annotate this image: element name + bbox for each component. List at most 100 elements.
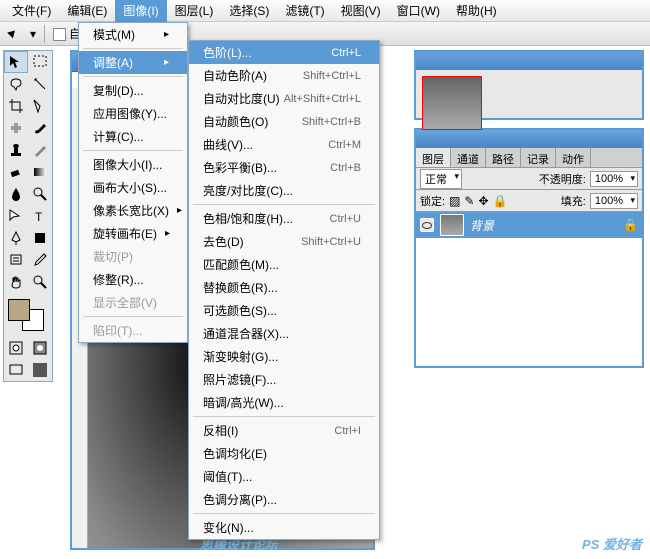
menu-item[interactable]: 渐变映射(G)... bbox=[189, 345, 379, 368]
menu-6[interactable]: 视图(V) bbox=[333, 0, 389, 22]
stamp-tool[interactable] bbox=[4, 139, 28, 161]
menu-item[interactable]: 匹配颜色(M)... bbox=[189, 253, 379, 276]
gradient-tool[interactable] bbox=[28, 161, 52, 183]
menu-item[interactable]: 亮度/对比度(C)... bbox=[189, 179, 379, 202]
slice-tool[interactable] bbox=[28, 95, 52, 117]
menu-item[interactable]: 自动色阶(A)Shift+Ctrl+L bbox=[189, 64, 379, 87]
menu-item[interactable]: 计算(C)... bbox=[79, 125, 187, 148]
tab-2[interactable]: 路径 bbox=[486, 148, 521, 167]
opacity-input[interactable]: 100% bbox=[590, 171, 638, 187]
menu-item[interactable]: 通道混合器(X)... bbox=[189, 322, 379, 345]
brush-tool[interactable] bbox=[28, 117, 52, 139]
foreground-color[interactable] bbox=[8, 299, 30, 321]
menu-item[interactable]: 旋转画布(E) bbox=[79, 222, 187, 245]
panel-titlebar[interactable] bbox=[416, 52, 642, 70]
shape-tool[interactable] bbox=[28, 227, 52, 249]
menu-item[interactable]: 暗调/高光(W)... bbox=[189, 391, 379, 414]
menu-3[interactable]: 图层(L) bbox=[167, 0, 222, 22]
path-tool[interactable] bbox=[4, 205, 28, 227]
tab-1[interactable]: 通道 bbox=[451, 148, 486, 167]
layer-options-row1: 正常 不透明度: 100% bbox=[416, 168, 642, 190]
layer-options-row2: 锁定: ▨ ✎ ✥ 🔒 填充: 100% bbox=[416, 190, 642, 212]
separator bbox=[193, 416, 375, 417]
color-swatches[interactable] bbox=[4, 297, 52, 337]
move-tool-icon bbox=[6, 26, 22, 42]
menu-item[interactable]: 色彩平衡(B)...Ctrl+B bbox=[189, 156, 379, 179]
menu-5[interactable]: 滤镜(T) bbox=[277, 0, 332, 22]
menu-item[interactable]: 像素长宽比(X) bbox=[79, 199, 187, 222]
blur-tool[interactable] bbox=[4, 183, 28, 205]
panel-titlebar[interactable] bbox=[416, 130, 642, 148]
type-tool[interactable]: T bbox=[28, 205, 52, 227]
menu-item[interactable]: 图像大小(I)... bbox=[79, 153, 187, 176]
adjustments-submenu: 色阶(L)...Ctrl+L自动色阶(A)Shift+Ctrl+L自动对比度(U… bbox=[188, 40, 380, 540]
screenmode-tool[interactable] bbox=[28, 337, 52, 359]
menu-item[interactable]: 可选颜色(S)... bbox=[189, 299, 379, 322]
fill-input[interactable]: 100% bbox=[590, 193, 638, 209]
quickmask-tool[interactable] bbox=[4, 337, 28, 359]
tab-4[interactable]: 动作 bbox=[556, 148, 591, 167]
menu-item[interactable]: 调整(A) bbox=[79, 51, 187, 74]
dodge-tool[interactable] bbox=[28, 183, 52, 205]
eraser-tool[interactable] bbox=[4, 161, 28, 183]
menu-item[interactable]: 变化(N)... bbox=[189, 516, 379, 539]
screen-full[interactable] bbox=[28, 359, 52, 381]
zoom-tool[interactable] bbox=[28, 271, 52, 293]
notes-tool[interactable] bbox=[4, 249, 28, 271]
menu-0[interactable]: 文件(F) bbox=[4, 0, 59, 22]
visibility-icon[interactable] bbox=[420, 218, 434, 232]
menu-item[interactable]: 修整(R)... bbox=[79, 268, 187, 291]
wand-tool[interactable] bbox=[28, 73, 52, 95]
lock-brush-icon[interactable]: ✎ bbox=[464, 194, 474, 208]
menu-8[interactable]: 帮助(H) bbox=[448, 0, 505, 22]
crop-tool[interactable] bbox=[4, 95, 28, 117]
lock-all-icon[interactable]: 🔒 bbox=[493, 194, 508, 208]
opacity-label: 不透明度: bbox=[539, 171, 586, 187]
menu-4[interactable]: 选择(S) bbox=[221, 0, 277, 22]
separator bbox=[83, 150, 183, 151]
menu-item[interactable]: 曲线(V)...Ctrl+M bbox=[189, 133, 379, 156]
checkbox[interactable] bbox=[53, 28, 66, 41]
menu-item[interactable]: 阈值(T)... bbox=[189, 465, 379, 488]
screen-standard[interactable] bbox=[4, 359, 28, 381]
lock-label: 锁定: bbox=[420, 193, 445, 209]
layer-thumbnail[interactable] bbox=[440, 214, 464, 236]
move-tool[interactable] bbox=[4, 51, 28, 73]
dropdown-arrow[interactable]: ▾ bbox=[30, 27, 36, 41]
lock-pixels-icon[interactable]: ▨ bbox=[449, 194, 460, 208]
menu-item[interactable]: 应用图像(Y)... bbox=[79, 102, 187, 125]
separator bbox=[193, 513, 375, 514]
menu-1[interactable]: 编辑(E) bbox=[59, 0, 115, 22]
menu-item[interactable]: 色阶(L)...Ctrl+L bbox=[189, 41, 379, 64]
menu-item[interactable]: 复制(D)... bbox=[79, 79, 187, 102]
menu-item[interactable]: 色调均化(E) bbox=[189, 442, 379, 465]
pen-tool[interactable] bbox=[4, 227, 28, 249]
eyedropper-tool[interactable] bbox=[28, 249, 52, 271]
tab-0[interactable]: 图层 bbox=[416, 148, 451, 167]
lasso-tool[interactable] bbox=[4, 73, 28, 95]
menu-item[interactable]: 照片滤镜(F)... bbox=[189, 368, 379, 391]
lock-move-icon[interactable]: ✥ bbox=[478, 194, 488, 208]
menu-item[interactable]: 色调分离(P)... bbox=[189, 488, 379, 511]
menu-item[interactable]: 自动对比度(U)Alt+Shift+Ctrl+L bbox=[189, 87, 379, 110]
marquee-tool[interactable] bbox=[28, 51, 52, 73]
menu-item[interactable]: 替换颜色(R)... bbox=[189, 276, 379, 299]
menu-item[interactable]: 画布大小(S)... bbox=[79, 176, 187, 199]
heal-tool[interactable] bbox=[4, 117, 28, 139]
menu-item[interactable]: 反相(I)Ctrl+I bbox=[189, 419, 379, 442]
menu-item[interactable]: 模式(M) bbox=[79, 23, 187, 46]
menu-item[interactable]: 色相/饱和度(H)...Ctrl+U bbox=[189, 207, 379, 230]
navigator-thumbnail[interactable] bbox=[422, 76, 482, 130]
tab-3[interactable]: 记录 bbox=[521, 148, 556, 167]
separator bbox=[83, 316, 183, 317]
menu-item: 显示全部(V) bbox=[79, 291, 187, 314]
menu-item[interactable]: 自动颜色(O)Shift+Ctrl+B bbox=[189, 110, 379, 133]
menu-item[interactable]: 去色(D)Shift+Ctrl+U bbox=[189, 230, 379, 253]
menu-7[interactable]: 窗口(W) bbox=[389, 0, 448, 22]
toolbox: T bbox=[3, 50, 53, 382]
hand-tool[interactable] bbox=[4, 271, 28, 293]
blend-mode-select[interactable]: 正常 bbox=[420, 169, 462, 189]
layer-row[interactable]: 背景 🔒 bbox=[416, 212, 642, 238]
menu-2[interactable]: 图像(I) bbox=[115, 0, 166, 22]
history-brush-tool[interactable] bbox=[28, 139, 52, 161]
